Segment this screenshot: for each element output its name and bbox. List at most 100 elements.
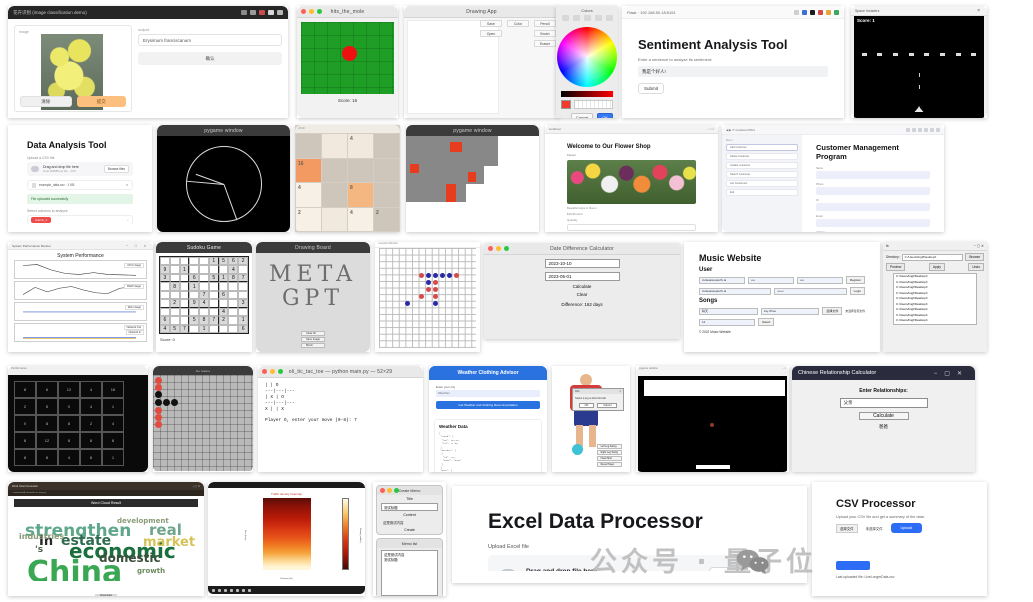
- extension-icon[interactable]: [826, 10, 831, 15]
- sudoku-cell[interactable]: [228, 299, 238, 307]
- window-controls[interactable]: ×: [977, 8, 983, 14]
- drawing-canvas[interactable]: META GPT Clear All Save Image Brush: [256, 253, 370, 352]
- sudoku-cell[interactable]: 6: [228, 257, 238, 265]
- song-title-input[interactable]: 晴天: [699, 308, 758, 315]
- app-color-picker[interactable]: Colors Cancel OK: [556, 6, 618, 118]
- song-id-input[interactable]: 12: [699, 319, 755, 326]
- grid-cell[interactable]: 5: [36, 398, 58, 415]
- color-button[interactable]: Color: [507, 20, 529, 27]
- pan-icon[interactable]: [230, 589, 233, 592]
- sudoku-cell[interactable]: [180, 308, 190, 316]
- confirm-button[interactable]: 确认: [138, 52, 282, 65]
- address-bar[interactable]: localhost: [549, 127, 561, 131]
- sliders-icon[interactable]: [573, 15, 580, 21]
- cancel-button[interactable]: Cancel: [597, 403, 617, 408]
- game-screen[interactable]: [638, 376, 787, 472]
- sudoku-cell[interactable]: [189, 257, 199, 265]
- sudoku-cell[interactable]: [160, 282, 170, 290]
- extension-icon[interactable]: [912, 128, 916, 132]
- selected-column-chip[interactable]: column_1: [31, 217, 51, 223]
- sudoku-cell[interactable]: 8: [228, 274, 238, 282]
- sudoku-cell[interactable]: [209, 308, 219, 316]
- sudoku-cell[interactable]: [209, 325, 219, 333]
- grid-cell[interactable]: 8: [58, 432, 80, 449]
- sudoku-cell[interactable]: [199, 274, 209, 282]
- remove-file-icon[interactable]: ×: [126, 183, 128, 187]
- window-controls[interactable]: − □ ×: [126, 244, 149, 248]
- browser-toolbar[interactable]: localhost − □ ×: [545, 125, 718, 134]
- sidebar-item-search-customer[interactable]: Search Customer: [726, 171, 798, 178]
- sudoku-cell[interactable]: [199, 282, 209, 290]
- sudoku-cell[interactable]: [219, 282, 229, 290]
- head-shot-button[interactable]: Head Shot: [597, 456, 622, 461]
- sudoku-cell[interactable]: [170, 274, 180, 282]
- sudoku-cell[interactable]: [170, 257, 180, 265]
- grid-cell[interactable]: 8: [14, 449, 36, 466]
- brush-button[interactable]: Brush: [534, 30, 556, 37]
- window-controls[interactable]: − ×: [782, 367, 786, 373]
- toolbar-icon[interactable]: [250, 10, 256, 15]
- option-buttons[interactable]: Left Leg Swing Right Leg Swing Head Shot…: [597, 444, 622, 468]
- game-screen[interactable]: Score: 1: [854, 16, 984, 118]
- grid[interactable]: 8 6 12 4 16 2 5 X 4 1 X 8 8 2 4 8 12: [14, 381, 124, 466]
- browser-extensions[interactable]: [906, 128, 940, 132]
- extension-icon[interactable]: [810, 10, 815, 15]
- sudoku-cell[interactable]: 9: [189, 299, 199, 307]
- brush-button[interactable]: Brush: [301, 343, 325, 348]
- eraser-button[interactable]: Eraser: [534, 40, 556, 47]
- email-input[interactable]: [816, 219, 930, 227]
- sudoku-cell[interactable]: [228, 316, 238, 324]
- login-button[interactable]: Login: [850, 287, 865, 295]
- sidebar-item-delete-customer[interactable]: Delete Customer: [726, 153, 798, 160]
- extension-icon[interactable]: [936, 128, 940, 132]
- app-memo[interactable]: Create Memo Title 测试标题 Content 这是测试内容 Cr…: [373, 482, 446, 596]
- back-icon[interactable]: [218, 589, 221, 592]
- grid-cell[interactable]: 4: [80, 381, 102, 398]
- brightness-slider[interactable]: [561, 91, 613, 97]
- app-data-analysis[interactable]: Data Analysis Tool Upload a CSV file Dra…: [8, 125, 152, 232]
- artist-input[interactable]: Jay Zhou: [761, 308, 820, 315]
- app-flower-shop[interactable]: localhost − □ × Welcome to Our Flower Sh…: [545, 125, 718, 232]
- sudoku-cell[interactable]: 1: [199, 325, 209, 333]
- id-input[interactable]: [816, 203, 930, 211]
- app-2048[interactable]: 2048 4 16 4 8 2 4 2: [295, 125, 400, 232]
- register-email-input[interactable]: zuikeaiwoqiuzhi.ai: [699, 277, 745, 284]
- extension-icon[interactable]: [802, 10, 807, 15]
- sudoku-cell[interactable]: 4: [199, 299, 209, 307]
- sudoku-cell[interactable]: 1: [238, 316, 248, 324]
- toolbar[interactable]: [208, 586, 365, 594]
- sudoku-cell[interactable]: 3: [160, 274, 170, 282]
- app-sudoku[interactable]: Sudoku Game 1 5 6 2 9 1 4: [156, 242, 252, 352]
- create-memo-window[interactable]: Create Memo Title 测试标题 Content 这是测试内容 Cr…: [376, 485, 443, 535]
- sudoku-cell[interactable]: [160, 257, 170, 265]
- grid-cell[interactable]: 1: [102, 398, 124, 415]
- calculate-button[interactable]: Calculate: [859, 412, 909, 420]
- browser-toolbar[interactable]: Flask · 192.168.50.18:5151: [622, 6, 844, 19]
- sudoku-cell[interactable]: [219, 325, 229, 333]
- sudoku-board[interactable]: 1 5 6 2 9 1 4 3 6 5 1 8: [159, 256, 249, 334]
- sudoku-cell[interactable]: [180, 299, 190, 307]
- sudoku-cell[interactable]: [170, 265, 180, 273]
- sudoku-cell[interactable]: 4: [228, 265, 238, 273]
- sudoku-cell[interactable]: [219, 265, 229, 273]
- tool-panel[interactable]: Save Open Color Pencil Brush Eraser: [480, 20, 556, 47]
- terminal-output[interactable]: | | O ---|---|--- | X | O ---|---|--- X …: [258, 378, 423, 472]
- cancel-button[interactable]: Cancel: [571, 113, 593, 118]
- download-button[interactable]: Download: [95, 594, 117, 596]
- grid-cell[interactable]: 2: [80, 415, 102, 432]
- gomoku-board[interactable]: [379, 248, 476, 348]
- sudoku-cell[interactable]: [228, 325, 238, 333]
- grid-cell[interactable]: 12: [36, 432, 58, 449]
- sudoku-cell[interactable]: [170, 308, 180, 316]
- mine-cell[interactable]: [446, 184, 456, 202]
- open-button[interactable]: Open: [480, 30, 502, 37]
- button-stack[interactable]: Clear All Save Image Brush: [301, 331, 325, 349]
- sudoku-cell[interactable]: 3: [238, 299, 248, 307]
- left-leg-swing-button[interactable]: Left Leg Swing: [597, 444, 622, 449]
- sidebar-item-exit[interactable]: Exit: [726, 189, 798, 196]
- home-icon[interactable]: [212, 589, 215, 592]
- grid-cell[interactable]: 16: [102, 381, 124, 398]
- app-canvas[interactable]: Info × Select a leg to kick the ball OK …: [552, 366, 630, 472]
- login-password-input[interactable]: ••••••: [774, 288, 846, 295]
- game-board[interactable]: 8 6 12 4 16 2 5 X 4 1 X 8 8 2 4 8 12: [8, 375, 148, 472]
